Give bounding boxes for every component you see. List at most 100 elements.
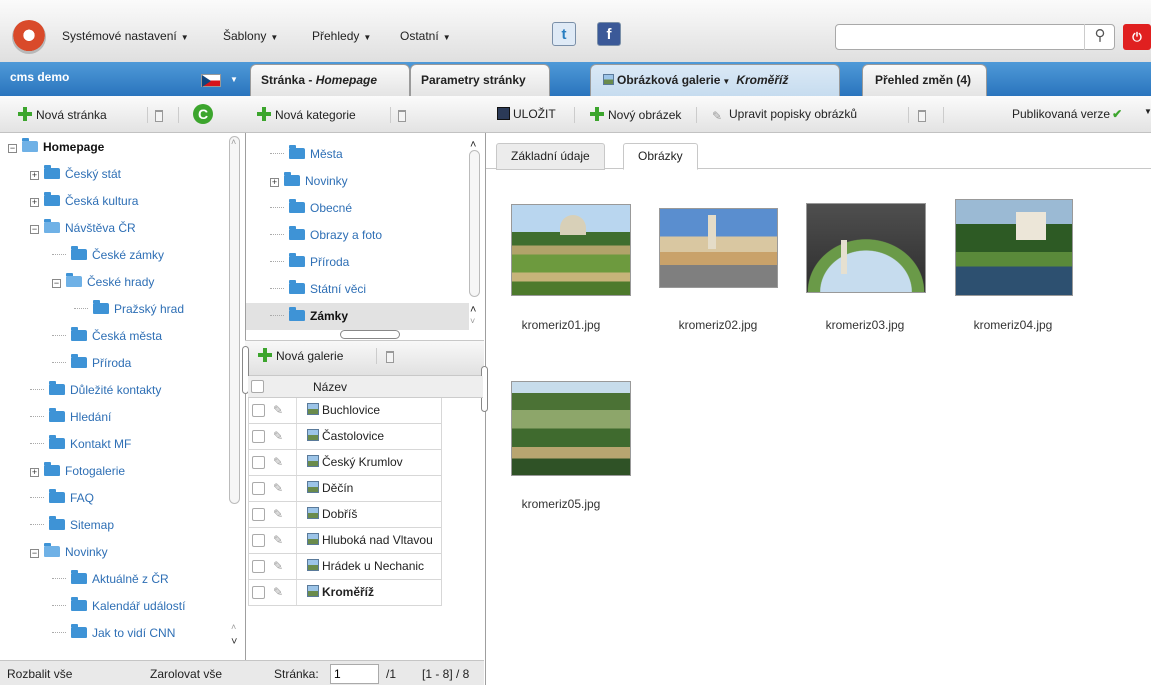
trash-icon[interactable] [398,110,406,122]
collapse-icon[interactable]: − [30,225,39,234]
new-gallery-button[interactable]: Nová galerie [258,348,343,363]
edit-icon[interactable]: ✎ [272,429,284,443]
gallery-row[interactable]: ✎ Častolovice [248,424,442,450]
category-item[interactable]: Příroda [246,249,469,276]
scroll-up-icon[interactable]: ˄ [470,304,476,316]
gallery-row[interactable]: ✎ Český Krumlov [248,450,442,476]
tree-item[interactable]: České zámky [52,242,164,269]
menu-system-settings[interactable]: Systémové nastavení ▼ [62,29,189,43]
image-thumbnail[interactable] [511,204,631,296]
tree-item[interactable]: − Návštěva ČR [30,215,136,242]
published-version-button[interactable]: Publikovaná verze ✔ [1012,107,1122,121]
gallery-row[interactable]: ✎ Hrádek u Nechanic [248,554,442,580]
scroll-down-icon[interactable]: ˅ [231,636,237,648]
category-item[interactable]: Státní věci [246,276,469,303]
edit-icon[interactable]: ✎ [272,559,284,573]
gallery-row[interactable]: ✎ Hluboká nad Vltavou [248,528,442,554]
tree-item[interactable]: Příroda [52,350,131,377]
menu-overviews[interactable]: Přehledy ▼ [312,29,371,43]
image-thumbnail[interactable] [955,199,1073,296]
expand-icon[interactable]: + [30,198,39,207]
tree-item[interactable]: − Novinky [30,539,108,566]
app-logo-icon[interactable] [12,20,46,54]
select-all-checkbox[interactable] [251,380,264,393]
collapse-icon[interactable]: − [8,144,17,153]
tree-item[interactable]: Jak to vidí CNN [52,620,175,647]
edit-icon[interactable]: ✎ [272,481,284,495]
scroll-up-icon[interactable]: ˄ [231,137,236,147]
tree-item[interactable]: + Český stát [30,161,121,188]
edit-captions-button[interactable]: ✎ Upravit popisky obrázků [712,107,857,123]
tree-item[interactable]: Důležité kontakty [30,377,161,404]
tree-item[interactable]: Hledání [30,404,111,431]
page-number-input[interactable] [330,664,379,684]
tree-item[interactable]: Aktuálně z ČR [52,566,169,593]
category-item[interactable]: Obecné [246,195,469,222]
category-item[interactable]: + Novinky [246,168,469,195]
site-name[interactable]: cms demo [10,70,69,84]
tree-item[interactable]: − České hrady [52,269,154,296]
collapse-icon[interactable]: − [52,279,61,288]
row-checkbox[interactable] [252,404,265,417]
new-page-button[interactable]: Nová stránka [18,107,107,122]
row-checkbox[interactable] [252,534,265,547]
row-checkbox[interactable] [252,560,265,573]
trash-icon[interactable] [155,110,163,122]
menu-templates[interactable]: Šablony ▼ [223,29,278,43]
tree-item[interactable]: + Česká kultura [30,188,138,215]
trash-icon[interactable] [386,351,394,363]
power-icon[interactable]: ⏻ [1123,24,1151,50]
tab-image-gallery[interactable]: Obrázková galerie ▼ Kroměříž [590,64,840,96]
tree-item[interactable]: Sitemap [30,512,114,539]
tree-item[interactable]: Kontakt MF [30,431,131,458]
new-image-button[interactable]: Nový obrázek [590,107,681,122]
edit-icon[interactable]: ✎ [272,455,284,469]
category-scrollbar[interactable] [469,150,480,297]
refresh-icon[interactable]: C [193,104,213,124]
tree-item[interactable]: Pražský hrad [74,296,184,323]
gallery-row[interactable]: ✎ Kroměříž [248,580,442,606]
new-category-button[interactable]: Nová kategorie [257,107,356,122]
facebook-icon[interactable]: f [597,22,621,46]
czech-flag-icon[interactable] [201,74,221,87]
tab-page[interactable]: Stránka - Homepage [250,64,410,96]
scroll-up-icon[interactable]: ˄ [231,622,236,632]
expand-all-link[interactable]: Rozbalit vše [7,667,72,681]
gallery-row[interactable]: ✎ Dobříš [248,502,442,528]
expand-icon[interactable]: + [30,171,39,180]
tab-images[interactable]: Obrázky [623,143,698,170]
tree-scrollbar[interactable] [229,136,240,504]
row-checkbox[interactable] [252,508,265,521]
row-checkbox[interactable] [252,586,265,599]
image-thumbnail[interactable] [511,381,631,476]
image-thumbnail[interactable] [659,208,778,288]
category-item[interactable]: Zámky [246,303,469,330]
image-thumbnail[interactable] [806,203,926,293]
collapse-icon[interactable]: − [30,549,39,558]
menu-other[interactable]: Ostatní ▼ [400,29,451,43]
tree-item[interactable]: Kalendář událostí [52,593,185,620]
scroll-up-icon[interactable]: ˄ [470,139,476,151]
chevron-down-icon[interactable]: ▼ [1144,107,1151,116]
expand-icon[interactable]: + [270,178,279,187]
tree-item[interactable]: Česká města [52,323,162,350]
edit-icon[interactable]: ✎ [272,533,284,547]
gallery-row[interactable]: ✎ Děčín [248,476,442,502]
tree-item[interactable]: + Fotogalerie [30,458,125,485]
tree-item[interactable]: FAQ [30,485,94,512]
tab-changes-overview[interactable]: Přehled změn (4) [862,64,987,96]
expand-icon[interactable]: + [30,468,39,477]
edit-icon[interactable]: ✎ [272,507,284,521]
edit-icon[interactable]: ✎ [272,403,284,417]
tab-basic-info[interactable]: Základní údaje [496,143,605,170]
row-checkbox[interactable] [252,482,265,495]
column-name-header[interactable]: Název [313,380,347,394]
category-item[interactable]: Města [246,141,469,168]
save-button[interactable]: ULOŽIT [497,107,556,121]
category-item[interactable]: Obrazy a foto [246,222,469,249]
twitter-icon[interactable]: t [552,22,576,46]
tab-page-parameters[interactable]: Parametry stránky [410,64,550,96]
collapse-all-link[interactable]: Zarolovat vše [150,667,222,681]
tree-item[interactable]: − Homepage [8,134,104,161]
resize-handle[interactable] [340,330,400,339]
